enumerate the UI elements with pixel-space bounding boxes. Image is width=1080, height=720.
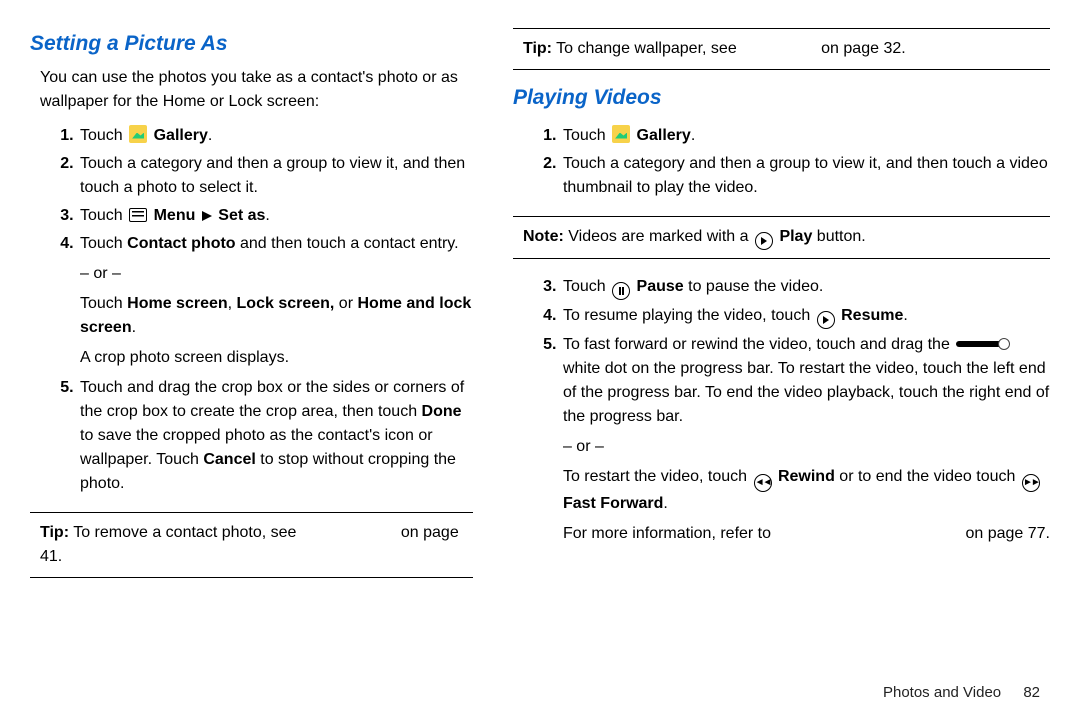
text: To fast forward or rewind the video, tou… bbox=[563, 336, 954, 353]
text: Touch bbox=[563, 278, 610, 295]
list-item: Touch Pause to pause the video. bbox=[561, 275, 1050, 300]
tip-remove-contact-photo: Tip: To remove a contact photo, see on p… bbox=[40, 521, 463, 569]
tip-change-wallpaper: Tip: To change wallpaper, see on page 32… bbox=[523, 37, 1040, 61]
divider bbox=[513, 69, 1050, 70]
text: Cancel bbox=[203, 451, 255, 468]
right-steps: Touch Gallery. Touch a category and then… bbox=[513, 120, 1050, 204]
right-column: Tip: To change wallpaper, see on page 32… bbox=[513, 28, 1050, 700]
text: Touch bbox=[80, 207, 127, 224]
text: Lock screen, bbox=[237, 295, 335, 312]
page-footer: Photos and Video 82 bbox=[883, 682, 1040, 705]
intro-text: You can use the photos you take as a con… bbox=[40, 66, 473, 114]
progress-bar-icon bbox=[956, 341, 1006, 347]
fast-forward-label: Fast Forward bbox=[563, 495, 663, 512]
rewind-icon: ◄◄ bbox=[754, 474, 772, 492]
list-item: Touch a category and then a group to vie… bbox=[78, 152, 473, 200]
menu-label: Menu bbox=[154, 207, 200, 224]
text: on page 32. bbox=[821, 40, 906, 57]
fast-forward-icon: ►► bbox=[1022, 474, 1040, 492]
or-separator: – or – bbox=[80, 262, 473, 286]
list-item: To fast forward or rewind the video, tou… bbox=[561, 333, 1050, 546]
text: . bbox=[663, 495, 667, 512]
text: Home screen bbox=[127, 295, 228, 312]
left-steps: Touch Gallery. Touch a category and then… bbox=[30, 120, 473, 500]
text: Touch a category and then a group to vie… bbox=[80, 155, 465, 196]
gallery-label: Gallery bbox=[637, 127, 691, 144]
left-column: Setting a Picture As You can use the pho… bbox=[30, 28, 473, 700]
text: Touch and drag the crop box or the sides… bbox=[80, 379, 464, 420]
text: and then touch a contact entry. bbox=[236, 235, 459, 252]
divider bbox=[30, 512, 473, 513]
setas-label: Set as bbox=[218, 207, 265, 224]
play-label: Play bbox=[779, 228, 812, 245]
text: . bbox=[691, 127, 695, 144]
heading-setting-picture-as: Setting a Picture As bbox=[30, 28, 473, 60]
list-item: Touch Contact photo and then touch a con… bbox=[78, 232, 473, 370]
text: Contact photo bbox=[127, 235, 235, 252]
text: or to end the video touch bbox=[835, 468, 1020, 485]
list-item: Touch Gallery. bbox=[78, 124, 473, 148]
text: or bbox=[334, 295, 357, 312]
text: . bbox=[903, 307, 907, 324]
text: . bbox=[265, 207, 269, 224]
text: To restart the video, touch bbox=[563, 468, 752, 485]
list-item: To resume playing the video, touch Resum… bbox=[561, 304, 1050, 329]
tip-label: Tip: bbox=[40, 524, 69, 541]
text: To remove a contact photo, see bbox=[69, 524, 301, 541]
right-steps-cont: Touch Pause to pause the video. To resum… bbox=[513, 271, 1050, 552]
tip-label: Tip: bbox=[523, 40, 552, 57]
arrow-right-icon bbox=[202, 211, 212, 221]
text: To change wallpaper, see bbox=[552, 40, 741, 57]
list-item: Touch Gallery. bbox=[561, 124, 1050, 148]
play-icon bbox=[755, 232, 773, 250]
text: A crop photo screen displays. bbox=[80, 346, 473, 370]
divider bbox=[513, 216, 1050, 217]
text: , bbox=[228, 295, 237, 312]
text: white dot on the progress bar. To restar… bbox=[563, 360, 1049, 425]
rewind-label: Rewind bbox=[778, 468, 835, 485]
text: Done bbox=[422, 403, 462, 420]
note-label: Note: bbox=[523, 228, 564, 245]
footer-section: Photos and Video bbox=[883, 684, 1001, 701]
divider bbox=[513, 258, 1050, 259]
text: To resume playing the video, touch bbox=[563, 307, 815, 324]
divider bbox=[513, 28, 1050, 29]
gallery-label: Gallery bbox=[154, 127, 208, 144]
pause-label: Pause bbox=[637, 278, 684, 295]
text: . bbox=[208, 127, 212, 144]
menu-icon bbox=[129, 208, 147, 222]
footer-page-number: 82 bbox=[1023, 684, 1040, 701]
text: Videos are marked with a bbox=[564, 228, 753, 245]
heading-playing-videos: Playing Videos bbox=[513, 82, 1050, 114]
text: Touch bbox=[563, 127, 610, 144]
text: button. bbox=[812, 228, 865, 245]
or-separator: – or – bbox=[563, 435, 1050, 459]
text: Touch bbox=[80, 235, 127, 252]
text: Touch bbox=[80, 295, 127, 312]
text: . bbox=[132, 319, 136, 336]
text: Touch a category and then a group to vie… bbox=[563, 155, 1048, 196]
list-item: Touch Menu Set as. bbox=[78, 204, 473, 228]
note-play-button: Note: Videos are marked with a Play butt… bbox=[523, 225, 1040, 250]
gallery-icon bbox=[612, 125, 630, 143]
list-item: Touch a category and then a group to vie… bbox=[561, 152, 1050, 200]
text: on page 77. bbox=[965, 525, 1050, 542]
text: to pause the video. bbox=[684, 278, 824, 295]
text: Touch bbox=[80, 127, 127, 144]
gallery-icon bbox=[129, 125, 147, 143]
resume-label: Resume bbox=[841, 307, 903, 324]
text: For more information, refer to bbox=[563, 525, 776, 542]
play-icon bbox=[817, 311, 835, 329]
list-item: Touch and drag the crop box or the sides… bbox=[78, 376, 473, 496]
divider bbox=[30, 577, 473, 578]
pause-icon bbox=[612, 282, 630, 300]
